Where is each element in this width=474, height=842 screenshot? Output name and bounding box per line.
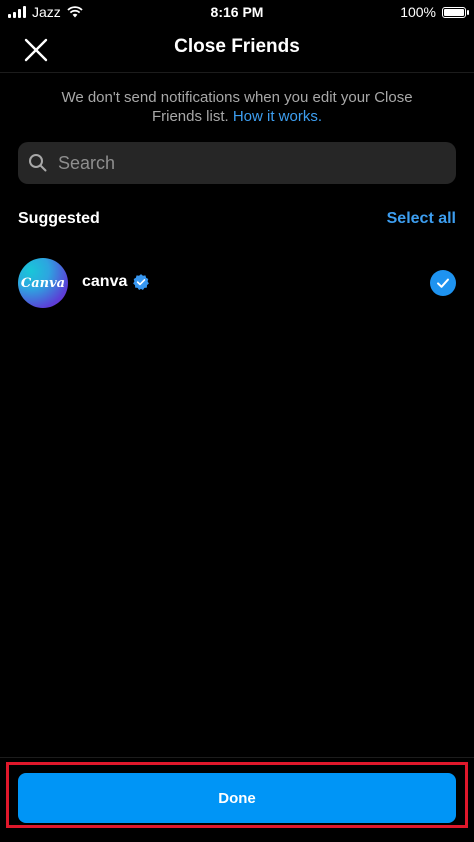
search-icon — [29, 154, 47, 172]
avatar: Canva — [18, 258, 68, 308]
verified-badge-icon — [133, 274, 149, 290]
list-item[interactable]: Canva canva — [18, 258, 456, 308]
battery-icon — [442, 6, 469, 18]
search-bar[interactable] — [18, 142, 456, 184]
search-input[interactable] — [56, 151, 440, 175]
select-all-button[interactable]: Select all — [387, 210, 456, 228]
status-bar: Jazz 8:16 PM 100% — [0, 0, 474, 24]
selected-checkbox[interactable] — [430, 270, 456, 296]
avatar-logo-text: Canva — [20, 275, 66, 291]
done-button[interactable]: Done — [18, 773, 456, 823]
how-it-works-link[interactable]: How it works. — [233, 108, 322, 125]
page-title: Close Friends — [174, 36, 300, 57]
notice-text: We don't send notifications when you edi… — [40, 88, 434, 126]
checkmark-icon — [437, 278, 449, 288]
footer-divider — [0, 757, 474, 758]
header: Close Friends — [0, 24, 474, 73]
battery-percent: 100% — [400, 4, 436, 20]
section-title: Suggested — [18, 210, 100, 227]
suggested-header: Suggested Select all — [18, 210, 456, 232]
status-right: 100% — [400, 4, 469, 20]
username: canva — [82, 273, 128, 290]
